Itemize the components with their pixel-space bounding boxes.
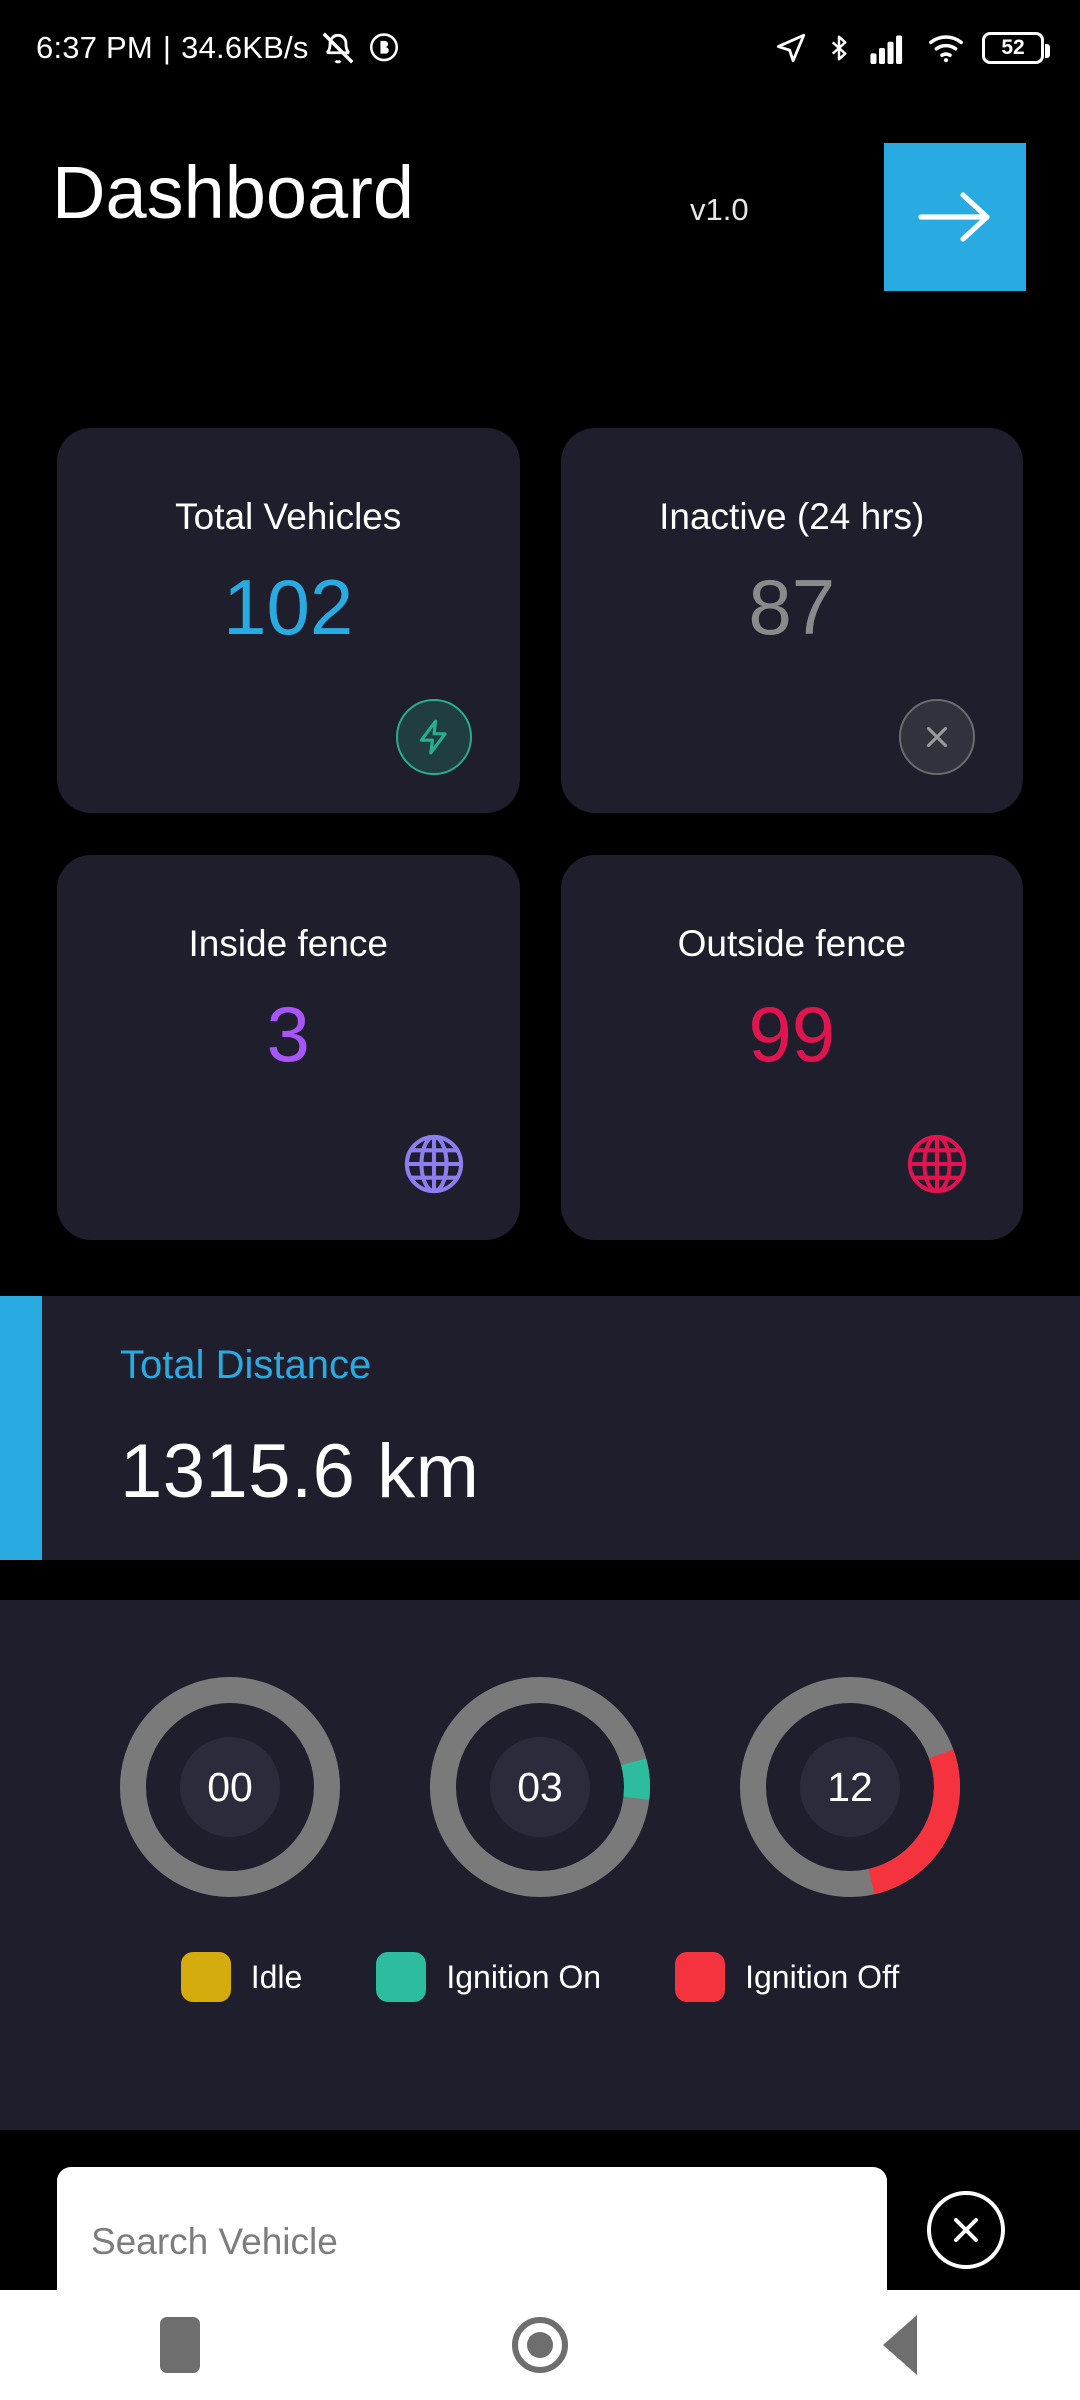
status-time: 6:37 PM — [36, 30, 153, 65]
gauge-ignition-on: 03 — [421, 1668, 659, 1906]
legend-swatch-idle — [180, 1952, 231, 2002]
gauge-ignition-off: 12 — [731, 1668, 969, 1906]
b-badge-icon — [369, 33, 398, 62]
gauge-legend: Idle Ignition On Ignition Off — [0, 1952, 1080, 2002]
square-icon — [160, 2317, 200, 2373]
gauge-row: 00 03 12 — [0, 1600, 1080, 1906]
gauge-idle: 00 — [111, 1668, 349, 1906]
distance-value: 1315.6 km — [120, 1429, 480, 1514]
stat-card-row-2: Inside fence 3 Outside fence 99 — [0, 855, 1080, 1240]
gauge-value: 12 — [827, 1763, 873, 1810]
stat-card-inactive[interactable]: Inactive (24 hrs) 87 — [560, 428, 1023, 813]
globe-icon — [907, 1134, 967, 1194]
close-circle-icon — [926, 726, 948, 748]
stat-card-value: 99 — [748, 990, 836, 1078]
page-title: Dashboard — [52, 151, 415, 234]
nav-recents-button[interactable] — [120, 2290, 240, 2400]
status-bar-left: 6:37 PM | 34.6KB/s — [36, 29, 401, 67]
total-distance-banner: Total Distance 1315.6 km — [0, 1296, 1080, 1560]
stat-card-title: Outside fence — [677, 923, 906, 964]
legend-label: Ignition On — [446, 1958, 602, 1995]
stat-card-grid: Total Vehicles 102 Inactive (24 hrs) 87 — [0, 428, 1080, 1282]
stat-card-value: 87 — [748, 563, 836, 651]
forward-arrow-button[interactable] — [884, 143, 1026, 291]
stat-card-title: Total Vehicles — [175, 496, 402, 537]
legend-item-idle: Idle — [180, 1952, 303, 2002]
stat-card-value: 102 — [223, 563, 354, 651]
legend-item-ignition-off: Ignition Off — [675, 1952, 899, 2002]
status-bar: 6:37 PM | 34.6KB/s 52 — [0, 0, 1080, 96]
stat-card-outside-fence[interactable]: Outside fence 99 — [560, 855, 1023, 1240]
stat-card-title: Inactive (24 hrs) — [659, 496, 925, 537]
location-icon — [776, 33, 806, 63]
app-screen: 6:37 PM | 34.6KB/s 52 Dashboard v1.0 Tot… — [0, 0, 1080, 2400]
app-header: Dashboard v1.0 — [0, 140, 1080, 300]
arrow-right-icon — [918, 192, 990, 242]
stat-card-icon — [396, 1126, 472, 1202]
status-network-speed: 34.6KB/s — [181, 30, 309, 65]
wifi-icon — [929, 35, 963, 63]
stat-card-value: 3 — [266, 990, 310, 1078]
android-nav-bar — [0, 2290, 1080, 2400]
nav-back-button[interactable] — [840, 2290, 960, 2400]
search-clear-button[interactable] — [927, 2191, 1005, 2269]
lightning-bolt-icon — [419, 719, 447, 755]
gauge-value: 03 — [517, 1763, 563, 1810]
stat-card-total-vehicles[interactable]: Total Vehicles 102 — [57, 428, 520, 813]
gauge-value: 00 — [207, 1763, 253, 1810]
stat-card-icon — [395, 699, 472, 775]
version-label: v1.0 — [690, 192, 749, 227]
circle-icon — [512, 2317, 568, 2373]
stat-card-title: Inside fence — [188, 923, 389, 964]
globe-icon — [404, 1134, 463, 1194]
battery-icon: 52 — [982, 32, 1050, 64]
legend-swatch-ignition-on — [376, 1952, 427, 2002]
legend-item-ignition-on: Ignition On — [376, 1952, 601, 2002]
mute-bell-icon — [322, 32, 354, 64]
battery-level: 52 — [1001, 36, 1025, 59]
signal-icon — [870, 35, 903, 64]
status-bar-right: 52 — [774, 31, 1050, 65]
stat-card-inside-fence[interactable]: Inside fence 3 — [57, 855, 520, 1240]
close-icon — [954, 2218, 978, 2242]
distance-accent-bar — [0, 1296, 42, 1560]
distance-content: Total Distance 1315.6 km — [42, 1296, 1080, 1560]
status-separator: | — [162, 30, 172, 65]
distance-label: Total Distance — [120, 1343, 372, 1387]
legend-label: Ignition Off — [745, 1958, 900, 1995]
ignition-status-panel: 00 03 12 Idle Ignition On Ignition Off — [0, 1600, 1080, 2130]
stat-card-icon — [899, 1126, 975, 1202]
legend-swatch-ignition-off — [675, 1952, 726, 2002]
stat-card-row-1: Total Vehicles 102 Inactive (24 hrs) 87 — [0, 428, 1080, 813]
legend-label: Idle — [250, 1958, 303, 1995]
triangle-back-icon — [883, 2315, 917, 2375]
stat-card-icon — [899, 699, 975, 775]
search-placeholder: Search Vehicle — [91, 2221, 338, 2262]
bluetooth-icon — [831, 35, 847, 61]
nav-home-button[interactable] — [480, 2290, 600, 2400]
